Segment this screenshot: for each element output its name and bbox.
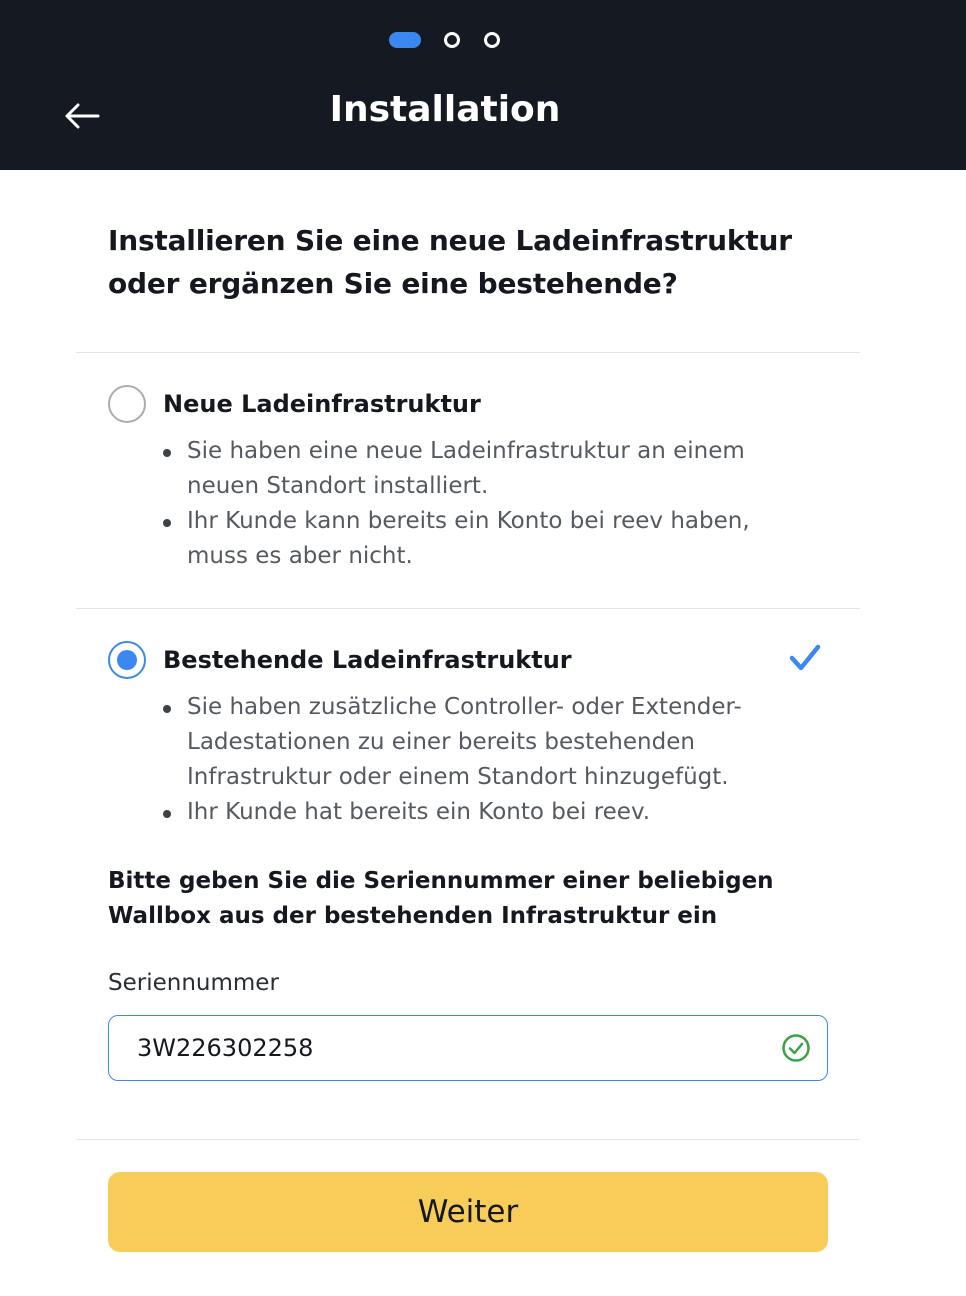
option-title: Bestehende Ladeinfrastruktur [163,646,572,674]
bullet-item: Ihr Kunde kann bereits ein Konto bei ree… [163,504,763,574]
option-bullets: Sie haben eine neue Ladeinfrastruktur an… [163,434,763,574]
option-existing-infrastructure[interactable]: Bestehende Ladeinfrastruktur Sie haben z… [108,641,838,841]
step-indicator-dot [444,32,460,48]
radio-new-infrastructure[interactable] [108,385,146,423]
page-title: Installation [0,84,890,136]
divider [76,352,860,353]
step-indicator-active [389,32,421,48]
option-title: Neue Ladeinfrastruktur [163,390,481,418]
divider [76,608,860,609]
option-bullets: Sie haben zusätzliche Controller- oder E… [163,690,763,830]
bullet-item: Sie haben zusätzliche Controller- oder E… [163,690,763,795]
bullet-item: Sie haben eine neue Ladeinfrastruktur an… [163,434,763,504]
question-heading: Installieren Sie eine neue Ladeinfrastru… [108,224,792,300]
step-indicator-dot [484,32,500,48]
checkmark-icon [789,644,821,671]
check-circle-icon [782,1034,810,1062]
divider [76,1139,860,1140]
app-header: Installation [0,0,966,170]
bullet-item: Ihr Kunde hat bereits ein Konto bei reev… [163,795,763,830]
continue-button[interactable]: Weiter [108,1172,828,1252]
serial-input[interactable] [137,1028,757,1068]
step-indicator [389,31,509,49]
serial-label: Seriennummer [108,970,279,996]
radio-existing-infrastructure[interactable] [108,641,146,679]
option-new-infrastructure[interactable]: Neue Ladeinfrastruktur Sie haben eine ne… [108,385,838,585]
serial-input-wrapper[interactable] [108,1015,828,1081]
page-title-text: Installation [329,89,561,130]
serial-prompt: Bitte geben Sie die Seriennummer einer b… [108,868,774,929]
